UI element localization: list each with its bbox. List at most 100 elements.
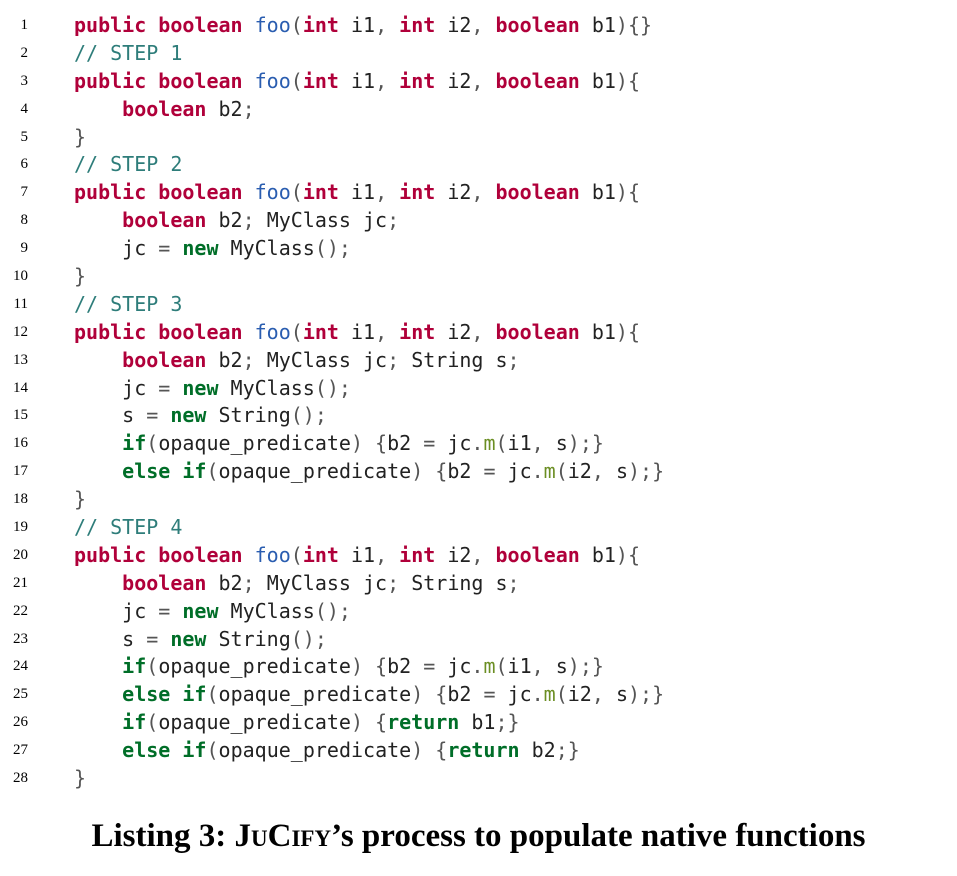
line-number: 4: [20, 100, 29, 117]
code-token-identifier: i2: [435, 180, 472, 205]
code-text: // STEP 1: [74, 40, 182, 68]
code-token-punctuation: (: [146, 431, 159, 456]
code-token-keyword: return: [387, 710, 460, 735]
code-token-identifier: s: [615, 682, 628, 707]
code-token-function-name: foo: [254, 68, 291, 93]
line-number: 19: [13, 519, 28, 536]
code-token-punctuation: ;: [387, 347, 412, 372]
code-token-keyword: boolean: [158, 542, 243, 567]
code-token-keyword: public: [74, 68, 147, 93]
code-token-punctuation: .: [471, 654, 484, 679]
code-token-punctuation: ,: [471, 68, 496, 93]
code-token-identifier: [74, 682, 122, 706]
code-token-keyword: boolean: [158, 319, 243, 344]
code-token-identifier: s: [555, 654, 568, 679]
code-line: 25 else if(opaque_predicate) {b2 = jc.m(…: [0, 681, 957, 709]
code-token-punctuation: ){: [615, 180, 641, 205]
code-token-identifier: i2: [567, 459, 592, 484]
line-number: 8: [20, 212, 29, 229]
code-line: 20 public boolean foo(int i1, int i2, boo…: [0, 542, 957, 570]
code-token-keyword: boolean: [495, 13, 580, 37]
code-line: 16 if(opaque_predicate) {b2 = jc.m(i1, s…: [0, 430, 957, 458]
code-token-punctuation: ,: [375, 68, 400, 93]
code-line: 7 public boolean foo(int i1, int i2, bool…: [0, 179, 957, 207]
code-token-identifier: i2: [435, 68, 472, 93]
code-token-identifier: jc: [447, 431, 472, 456]
code-token-punctuation: ();: [314, 375, 351, 400]
code-text: if(opaque_predicate) {b2 = jc.m(i1, s);}: [74, 653, 604, 681]
code-token-comment: // STEP 2: [74, 152, 183, 177]
code-token-identifier: [146, 180, 158, 204]
code-token-identifier: [243, 69, 255, 93]
code-token-keyword: if: [122, 654, 147, 679]
code-token-identifier: b1: [579, 542, 616, 567]
code-text: }: [74, 263, 86, 291]
code-token-punctuation: ;: [507, 347, 520, 372]
code-token-identifier: MyClass jc: [266, 208, 388, 233]
code-token-keyword: if: [182, 738, 207, 763]
code-token-identifier: i1: [507, 431, 532, 456]
code-token-identifier: [146, 13, 158, 37]
code-token-identifier: i2: [435, 13, 472, 37]
code-token-keyword: boolean: [495, 319, 580, 344]
code-line: 24 if(opaque_predicate) {b2 = jc.m(i1, s…: [0, 653, 957, 681]
code-token-identifier: s: [615, 459, 628, 484]
line-number: 24: [13, 658, 28, 675]
code-line: 15 s = new String();: [0, 402, 957, 430]
code-token-identifier: [74, 710, 122, 734]
code-text: s = new String();: [74, 402, 327, 430]
code-token-punctuation: =: [158, 598, 183, 623]
code-token-identifier: s: [74, 403, 147, 428]
code-line: 23 s = new String();: [0, 626, 957, 654]
code-text: public boolean foo(int i1, int i2, boole…: [74, 319, 640, 347]
code-token-keyword: boolean: [158, 180, 243, 205]
code-token-punctuation: ;}: [495, 710, 520, 735]
code-token-identifier: i2: [435, 319, 472, 344]
code-token-identifier: i1: [338, 180, 376, 205]
code-token-identifier: String: [206, 626, 291, 651]
code-token-function-name: foo: [254, 180, 291, 205]
code-token-keyword: else: [122, 682, 171, 707]
line-number: 11: [13, 295, 28, 312]
code-text: boolean b2; MyClass jc;: [74, 207, 399, 235]
code-token-punctuation: (: [290, 68, 303, 93]
code-token-identifier: [170, 738, 182, 762]
code-token-keyword: boolean: [122, 96, 207, 121]
code-token-punctuation: (: [495, 654, 508, 679]
code-token-punctuation: }: [74, 487, 87, 512]
code-text: jc = new MyClass();: [74, 375, 351, 403]
code-token-keyword: if: [182, 459, 207, 484]
code-text: public boolean foo(int i1, int i2, boole…: [74, 542, 640, 570]
code-token-punctuation: ,: [531, 431, 556, 456]
code-token-identifier: [74, 459, 122, 483]
code-token-identifier: String s: [411, 570, 508, 595]
code-token-punctuation: }: [74, 264, 87, 289]
line-number: 23: [13, 630, 28, 647]
line-number: 2: [20, 44, 29, 61]
code-token-punctuation: ;: [387, 570, 412, 595]
code-token-punctuation: );}: [567, 431, 604, 456]
code-text: s = new String();: [74, 626, 327, 654]
code-token-identifier: opaque_predicate: [158, 710, 351, 735]
code-line: 21 boolean b2; MyClass jc; String s;: [0, 570, 957, 598]
code-token-keyword: int: [302, 542, 339, 567]
code-token-identifier: opaque_predicate: [218, 682, 412, 707]
code-line: 13 boolean b2; MyClass jc; String s;: [0, 347, 957, 375]
code-token-keyword: int: [399, 180, 436, 205]
code-token-identifier: b2: [447, 459, 484, 484]
code-token-keyword: if: [182, 682, 207, 707]
code-token-comment: // STEP 1: [74, 40, 183, 65]
code-token-identifier: jc: [507, 459, 532, 484]
code-line: 1 public boolean foo(int i1, int i2, bool…: [0, 12, 957, 40]
code-token-comment: // STEP 4: [74, 515, 183, 540]
code-token-keyword: else: [122, 738, 171, 763]
code-token-identifier: b2: [387, 431, 424, 456]
code-token-identifier: [74, 738, 122, 762]
code-token-punctuation: }: [74, 766, 87, 791]
line-number: 16: [13, 435, 28, 452]
code-token-punctuation: ){: [615, 319, 641, 344]
code-token-punctuation: ) {: [350, 654, 388, 679]
code-listing: 1 public boolean foo(int i1, int i2, bool…: [0, 12, 957, 793]
code-token-punctuation: =: [483, 459, 508, 484]
code-text: else if(opaque_predicate) {b2 = jc.m(i2,…: [74, 681, 664, 709]
